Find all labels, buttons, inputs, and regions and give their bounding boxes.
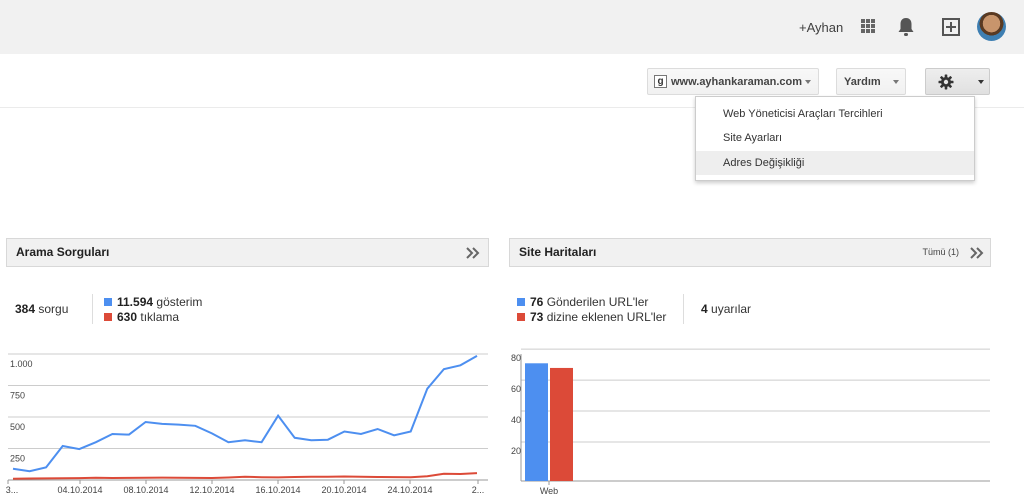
share-plus-icon[interactable] <box>942 18 960 36</box>
sitemaps-bar-chart: 80 60 40 20 Web <box>511 348 990 496</box>
impressions-label: gösterim <box>156 295 203 309</box>
y-tick-label: 60 <box>511 384 521 394</box>
help-button[interactable]: Yardım <box>836 68 906 95</box>
y-tick-label: 20 <box>511 446 521 456</box>
x-tick-label: 2... <box>472 485 485 495</box>
search-queries-header[interactable]: Arama Sorguları <box>6 238 489 267</box>
x-tick-label: 20.10.2014 <box>321 485 366 495</box>
clicks-stat: 630 tıklama <box>104 310 179 324</box>
notifications-bell-icon[interactable] <box>897 17 915 37</box>
warnings-stat: 4 uyarılar <box>701 302 751 316</box>
submitted-label: Gönderilen URL'ler <box>546 295 649 309</box>
indexed-stat: 73 dizine eklenen URL'ler <box>517 310 666 324</box>
y-tick-label: 40 <box>511 415 521 425</box>
bar-Gönderilen URL'ler <box>525 363 548 481</box>
bar-dizine eklenen URL'ler <box>550 367 573 481</box>
top-bar: +Ayhan <box>0 0 1024 54</box>
impressions-count: 11.594 <box>117 295 154 309</box>
apps-grid-icon[interactable] <box>861 19 875 33</box>
indexed-count: 73 <box>530 310 544 324</box>
y-tick-label: 750 <box>10 391 25 401</box>
impressions-stat: 11.594 gösterim <box>104 295 202 309</box>
avatar[interactable] <box>977 12 1006 41</box>
x-tick-label: 12.10.2014 <box>189 485 234 495</box>
menu-item-webmaster-preferences[interactable]: Web Yöneticisi Araçları Tercihleri <box>696 102 974 126</box>
search-queries-title: Arama Sorguları <box>16 245 110 259</box>
x-category-label: Web <box>540 486 558 496</box>
double-chevron-right-icon[interactable] <box>970 246 984 260</box>
gear-icon <box>938 74 954 89</box>
sitemaps-header[interactable]: Site Haritaları Tümü (1) <box>509 238 991 267</box>
chevron-down-icon <box>978 80 984 84</box>
clicks-count: 630 <box>117 310 138 324</box>
help-label: Yardım <box>844 75 881 88</box>
indexed-legend-swatch <box>517 313 525 321</box>
clicks-legend-swatch <box>104 313 112 321</box>
queries-label: sorgu <box>38 302 69 316</box>
warnings-count: 4 <box>701 302 708 316</box>
divider <box>92 294 93 324</box>
y-tick-label: 80 <box>511 353 521 363</box>
settings-dropdown-menu: Web Yöneticisi Araçları Tercihleri Site … <box>695 96 975 181</box>
submitted-legend-swatch <box>517 298 525 306</box>
chevron-down-icon <box>893 80 899 84</box>
sitemaps-title: Site Haritaları <box>519 245 597 259</box>
site-selector-button[interactable]: g www.ayhankaraman.com <box>647 68 819 95</box>
y-tick-label: 250 <box>10 454 25 464</box>
site-selector-label: www.ayhankaraman.com <box>671 75 803 88</box>
clicks-label: tıklama <box>140 310 180 324</box>
y-tick-label: 1.000 <box>10 359 33 369</box>
double-chevron-right-icon[interactable] <box>466 246 480 260</box>
indexed-label: dizine eklenen URL'ler <box>546 310 667 324</box>
y-tick-label: 500 <box>10 422 25 432</box>
sitemaps-all-link[interactable]: Tümü (1) <box>922 239 959 266</box>
chevron-down-icon <box>805 80 811 84</box>
series-line-tıklama <box>12 472 478 480</box>
series-line-gösterim <box>12 355 478 473</box>
settings-button[interactable] <box>925 68 990 95</box>
google-plus-site-icon: g <box>654 75 667 88</box>
impressions-legend-swatch <box>104 298 112 306</box>
divider <box>683 294 684 324</box>
x-tick-label: 08.10.2014 <box>123 485 168 495</box>
user-profile-link[interactable]: +Ayhan <box>799 20 843 35</box>
queries-stat: 384 sorgu <box>15 302 68 316</box>
x-tick-label: 16.10.2014 <box>255 485 300 495</box>
search-queries-line-chart: 1.000 750 500 250 3... 04.10.2014 08.10.2014 12… <box>6 353 488 495</box>
menu-item-site-settings[interactable]: Site Ayarları <box>696 126 974 150</box>
warnings-label: uyarılar <box>711 302 752 316</box>
x-tick-label: 04.10.2014 <box>57 485 102 495</box>
menu-item-change-of-address[interactable]: Adres Değişikliği <box>696 151 974 175</box>
x-tick-label: 24.10.2014 <box>387 485 432 495</box>
x-tick-label: 3... <box>6 485 19 495</box>
queries-count: 384 <box>15 302 36 316</box>
submitted-count: 76 <box>530 295 544 309</box>
submitted-stat: 76 Gönderilen URL'ler <box>517 295 648 309</box>
